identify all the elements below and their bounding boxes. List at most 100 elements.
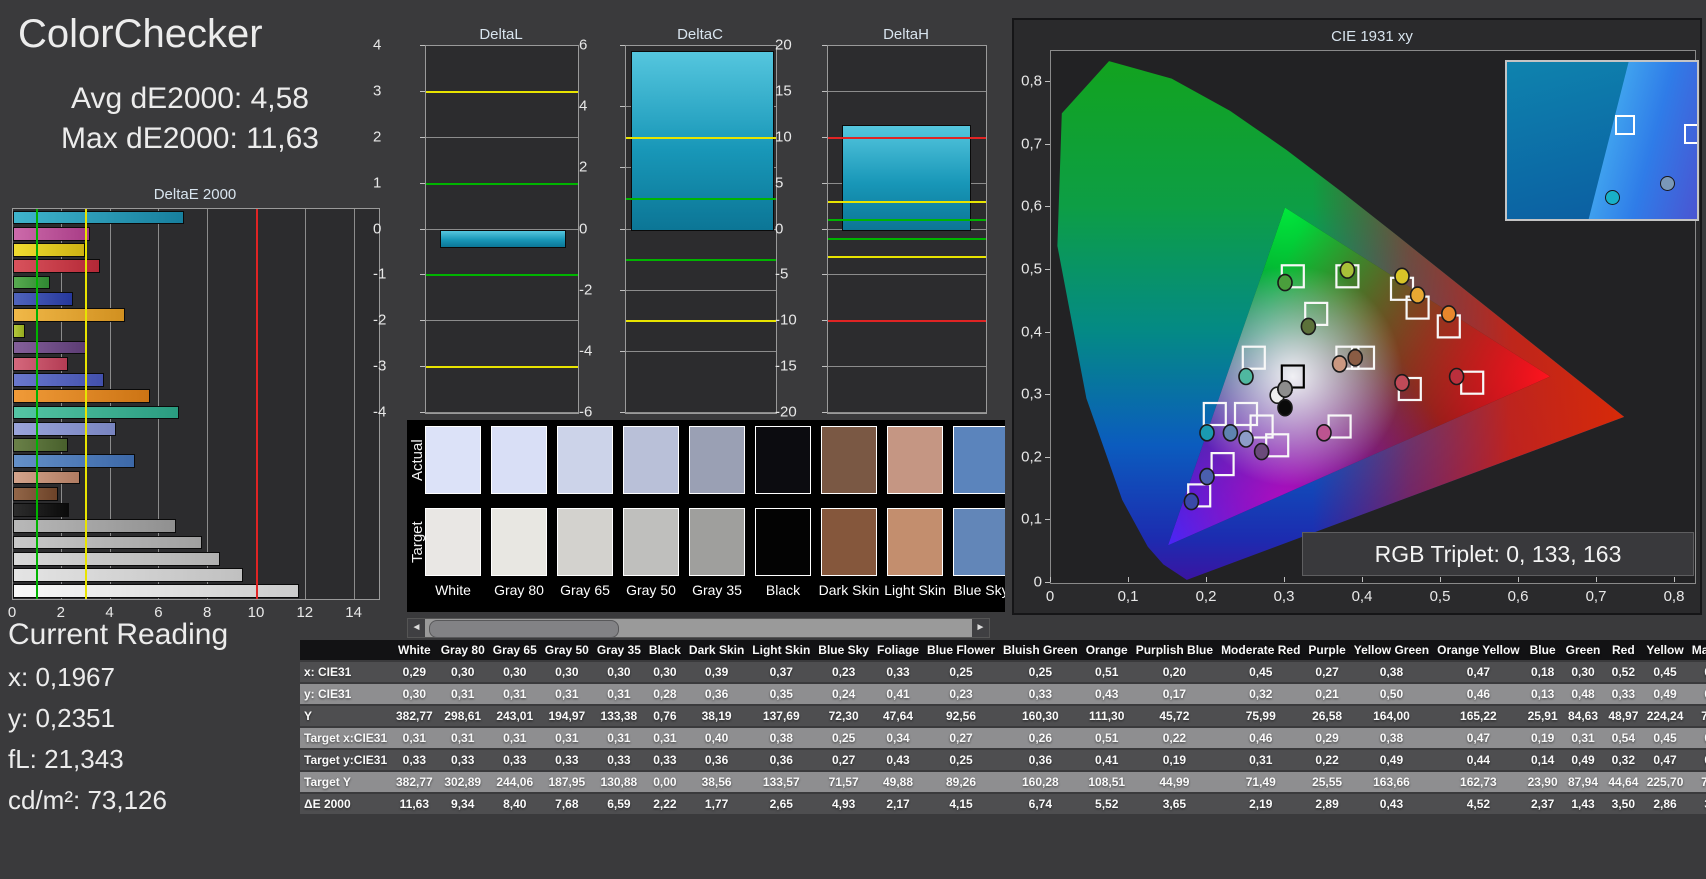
cell: 0,48 [1561,684,1605,704]
cell: 0,24 [1687,684,1706,704]
cell: 0,54 [1604,728,1643,748]
cie-x-tick [1128,577,1129,582]
cell: 0,51 [1081,728,1132,748]
tick-mark [420,412,425,413]
swatch-target-gray-80[interactable] [491,508,547,576]
cell: 3,65 [1131,794,1218,814]
swatch-actual-blue-sky[interactable] [953,426,1005,494]
cell: 2,86 [1642,794,1688,814]
swatch-label: White [435,582,471,598]
swatch-target-white[interactable] [425,508,481,576]
cell: 0,33 [872,662,923,682]
cell: 0,29 [392,662,437,682]
swatch-actual-gray-35[interactable] [689,426,745,494]
chart-title-deltah: DeltaH [883,26,929,43]
cell: 0,31 [1561,728,1605,748]
cell: 163,66 [1349,772,1434,792]
cell: 0,25 [999,662,1082,682]
swatch-scrollbar[interactable]: ◄ ► [407,618,990,638]
cell: 44,99 [1131,772,1218,792]
tick-mark [822,90,827,92]
cell: 6,74 [999,794,1082,814]
chart-deltah [827,45,987,414]
cie-measured-foliage [1300,317,1317,336]
swatch-target-black[interactable] [755,508,811,576]
inset-partial-target-square [1684,124,1697,145]
cell: 0,47 [1642,750,1688,770]
cie-chart-title: CIE 1931 xy [1331,28,1413,45]
deltae-bar-light-skin [13,470,80,485]
cie-y-tick [1045,456,1050,458]
cell: 0,26 [999,728,1082,748]
cell: 0,19 [1523,728,1562,748]
cell: 0,36 [684,750,749,770]
column-header-green: Green [1561,640,1605,660]
deltae-bar-gray-80 [13,568,243,582]
cie-measured-red [1448,367,1465,386]
cell: 0,33 [540,750,593,770]
swatch-target-gray-35[interactable] [689,508,745,576]
deltac-green-limit-line [626,197,776,200]
cie-x-axis: 0 0,1 0,2 0,3 0,4 0,5 0,6 0,7 0,8 [1014,586,1704,606]
tick-mark [822,320,827,322]
cell: 2,17 [872,794,923,814]
cell: 0,31 [592,728,645,748]
cie-zoom-inset [1505,60,1699,221]
cell: 0,22 [1304,750,1350,770]
cell: 0,25 [923,750,1000,770]
cell: 0,35 [1687,662,1706,682]
swatch-actual-black[interactable] [755,426,811,494]
cell: 3,50 [1604,794,1643,814]
cell: 0,31 [540,728,593,748]
row-label: Target Y [300,772,392,792]
cell: 84,63 [1561,706,1605,726]
cie-y-tick [1045,331,1050,333]
column-header-gray-35: Gray 35 [592,640,645,660]
cie-x-tick [1050,577,1051,582]
column-header-white: White [392,640,437,660]
gridline [828,90,986,92]
cell: 0,27 [814,750,873,770]
cell: 0,41 [1081,750,1132,770]
current-reading-title: Current Reading [8,618,229,651]
cell: 0,33 [488,750,541,770]
cie-x-tick-label: 0,3 [1273,588,1295,605]
scrollbar-thumb[interactable] [429,620,619,638]
swatch-target-gray-50[interactable] [623,508,679,576]
cell: 75,99 [1217,706,1305,726]
scroll-right-arrow-icon[interactable]: ► [972,619,989,637]
cell: 0,34 [872,728,923,748]
swatch-actual-gray-80[interactable] [491,426,547,494]
cell: 0,30 [392,684,437,704]
cie-y-axis: 0,8 0,7 0,6 0,5 0,4 0,3 0,2 0,1 0 [1014,50,1046,591]
cell: 0,21 [1304,684,1350,704]
inset-measured-dot [1605,190,1621,206]
column-header-blue-sky: Blue Sky [814,640,873,660]
swatch-target-gray-65[interactable] [557,508,613,576]
deltae-bar-yellow-green [13,324,26,338]
deltae-bar-gray-65 [13,551,220,566]
scroll-left-arrow-icon[interactable]: ◄ [408,619,425,637]
deltae-bar-purplish-blue [13,373,105,387]
cell: 92,56 [923,706,1000,726]
chart-title-deltac: DeltaC [677,26,723,43]
chart-deltal [425,45,579,414]
swatch-actual-gray-65[interactable] [557,426,613,494]
deltah-tick-label: -5 [775,265,789,283]
cell: 0,17 [1131,684,1218,704]
cell: 72,30 [814,706,873,726]
swatch-target-blue-sky[interactable] [953,508,1005,576]
swatch-target-dark-skin[interactable] [821,508,877,576]
swatch-actual-gray-50[interactable] [623,426,679,494]
swatch-actual-dark-skin[interactable] [821,426,877,494]
swatch-actual-white[interactable] [425,426,481,494]
column-header-moderate-red: Moderate Red [1217,640,1305,660]
cell: 0,13 [1523,684,1562,704]
cell: 7,68 [540,794,593,814]
cie-measured-bluish-green [1238,367,1254,386]
deltah-tick-label: 0 [775,220,784,237]
inset-gamut-boundary [1507,62,1629,219]
swatch-actual-light-skin[interactable] [887,426,943,494]
cie-y-tick [1045,582,1050,583]
swatch-target-light-skin[interactable] [887,508,943,576]
